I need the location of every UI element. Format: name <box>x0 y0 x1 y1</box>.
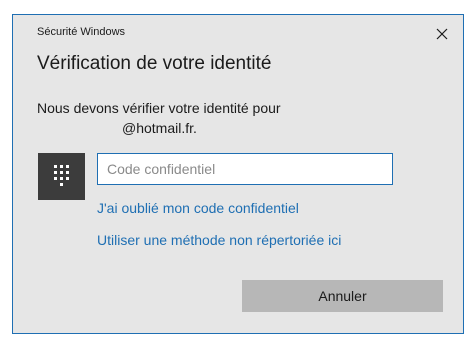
title-bar: Sécurité Windows <box>13 15 463 49</box>
security-dialog: Sécurité Windows Vérification de votre i… <box>12 14 464 334</box>
close-button[interactable] <box>427 21 457 47</box>
window-title: Sécurité Windows <box>37 26 126 38</box>
keypad-icon <box>54 165 69 186</box>
cancel-button[interactable]: Annuler <box>242 280 443 312</box>
forgot-pin-link[interactable]: J'ai oublié mon code confidentiel <box>97 200 299 216</box>
close-icon <box>436 28 448 40</box>
pin-input[interactable] <box>97 153 393 185</box>
verification-message: Nous devons vérifier votre identité pour <box>37 100 281 116</box>
account-email: @hotmail.fr. <box>122 120 197 136</box>
dialog-heading: Vérification de votre identité <box>37 53 272 74</box>
other-method-link[interactable]: Utiliser une méthode non répertoriée ici <box>97 232 341 248</box>
pin-tile <box>38 153 85 200</box>
